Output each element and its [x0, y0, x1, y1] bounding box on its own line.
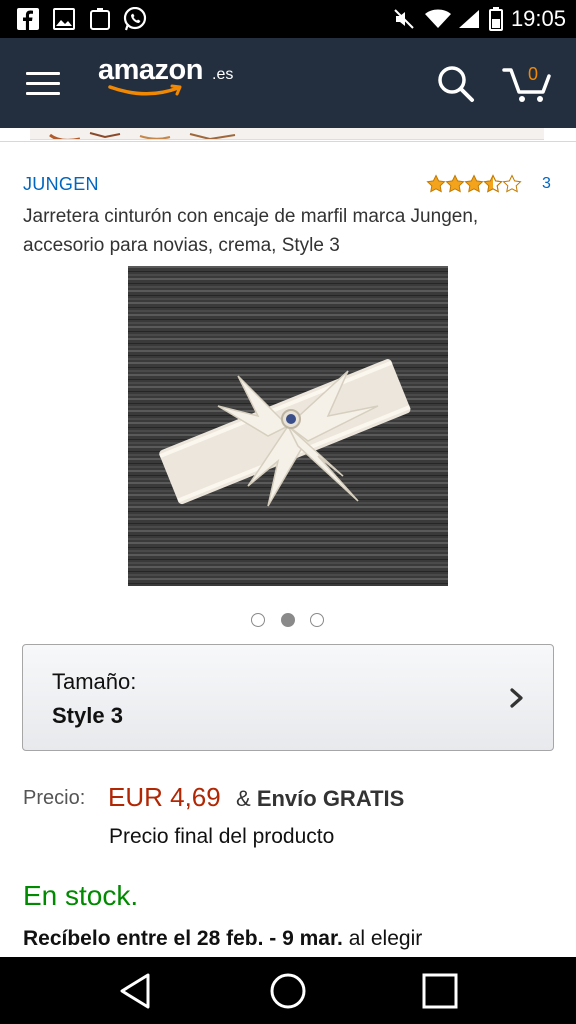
product-image[interactable] — [128, 266, 448, 586]
signal-icon — [456, 7, 482, 31]
home-icon — [270, 973, 306, 1009]
delivery-suffix: al elegir — [348, 927, 423, 950]
delivery-date-end: 9 mar. — [282, 927, 343, 950]
menu-button[interactable] — [26, 68, 62, 98]
size-selector[interactable]: Tamaño: Style 3 — [22, 644, 554, 751]
mute-icon — [392, 7, 416, 31]
product-title: Jarretera cinturón con encaje de marfil … — [23, 206, 479, 256]
battery-icon — [488, 7, 504, 31]
previous-section-peek — [30, 128, 544, 140]
rating-stars[interactable] — [426, 174, 526, 194]
cart-button[interactable]: 0 — [500, 60, 560, 110]
image-dot-2[interactable] — [281, 613, 295, 627]
back-button[interactable] — [116, 971, 156, 1011]
home-button[interactable] — [268, 971, 308, 1011]
cart-count: 0 — [528, 64, 539, 84]
price-note: Precio final del producto — [109, 825, 335, 848]
wifi-icon — [424, 7, 452, 31]
whatsapp-icon — [122, 7, 148, 31]
chevron-right-icon — [510, 688, 523, 708]
back-icon — [120, 973, 150, 1009]
status-time: 19:05 — [510, 6, 566, 31]
delivery-dash: - — [269, 927, 277, 950]
delivery-info: Recíbelo entre el 28 feb. - 9 mar. al el… — [23, 927, 422, 951]
status-bar: 19:05 — [0, 0, 576, 38]
image-pagination — [250, 612, 330, 628]
gallery-icon — [52, 7, 76, 31]
brand-link[interactable]: JUNGEN — [23, 174, 99, 195]
size-value: Style 3 — [52, 703, 123, 728]
amazon-logo[interactable]: amazon .es — [98, 54, 248, 104]
delivery-prefix: Recíbelo entre el — [23, 927, 192, 950]
recents-icon — [422, 973, 458, 1009]
garter-photo — [128, 266, 448, 586]
price-label: Precio: — [23, 787, 86, 809]
size-label: Tamaño: — [52, 669, 137, 694]
logo-text: amazon — [98, 54, 203, 86]
review-count-link[interactable]: 3 — [542, 175, 551, 193]
shipping-info: & Envío GRATIS — [236, 786, 404, 812]
stock-status: En stock. — [23, 880, 139, 911]
app-header: amazon .es 0 — [0, 38, 576, 128]
star-rating-icon — [427, 175, 521, 193]
search-button[interactable] — [436, 64, 476, 104]
shipping-prefix: & — [236, 786, 251, 811]
facebook-icon — [16, 7, 40, 31]
shipping-free: Envío GRATIS — [256, 786, 405, 811]
image-dot-1[interactable] — [251, 613, 265, 627]
image-dot-3[interactable] — [310, 613, 324, 627]
logo-tld: .es — [212, 66, 234, 83]
search-icon — [438, 66, 474, 102]
delivery-date-start: 28 feb. — [196, 927, 264, 950]
price-value: EUR 4,69 — [108, 782, 221, 812]
menu-icon — [26, 72, 60, 75]
section-divider — [0, 141, 576, 142]
smile-icon — [108, 84, 182, 96]
recents-button[interactable] — [420, 971, 460, 1011]
peek-image — [49, 132, 236, 139]
battery-saver-icon — [88, 7, 112, 31]
android-nav-bar — [0, 957, 576, 1024]
